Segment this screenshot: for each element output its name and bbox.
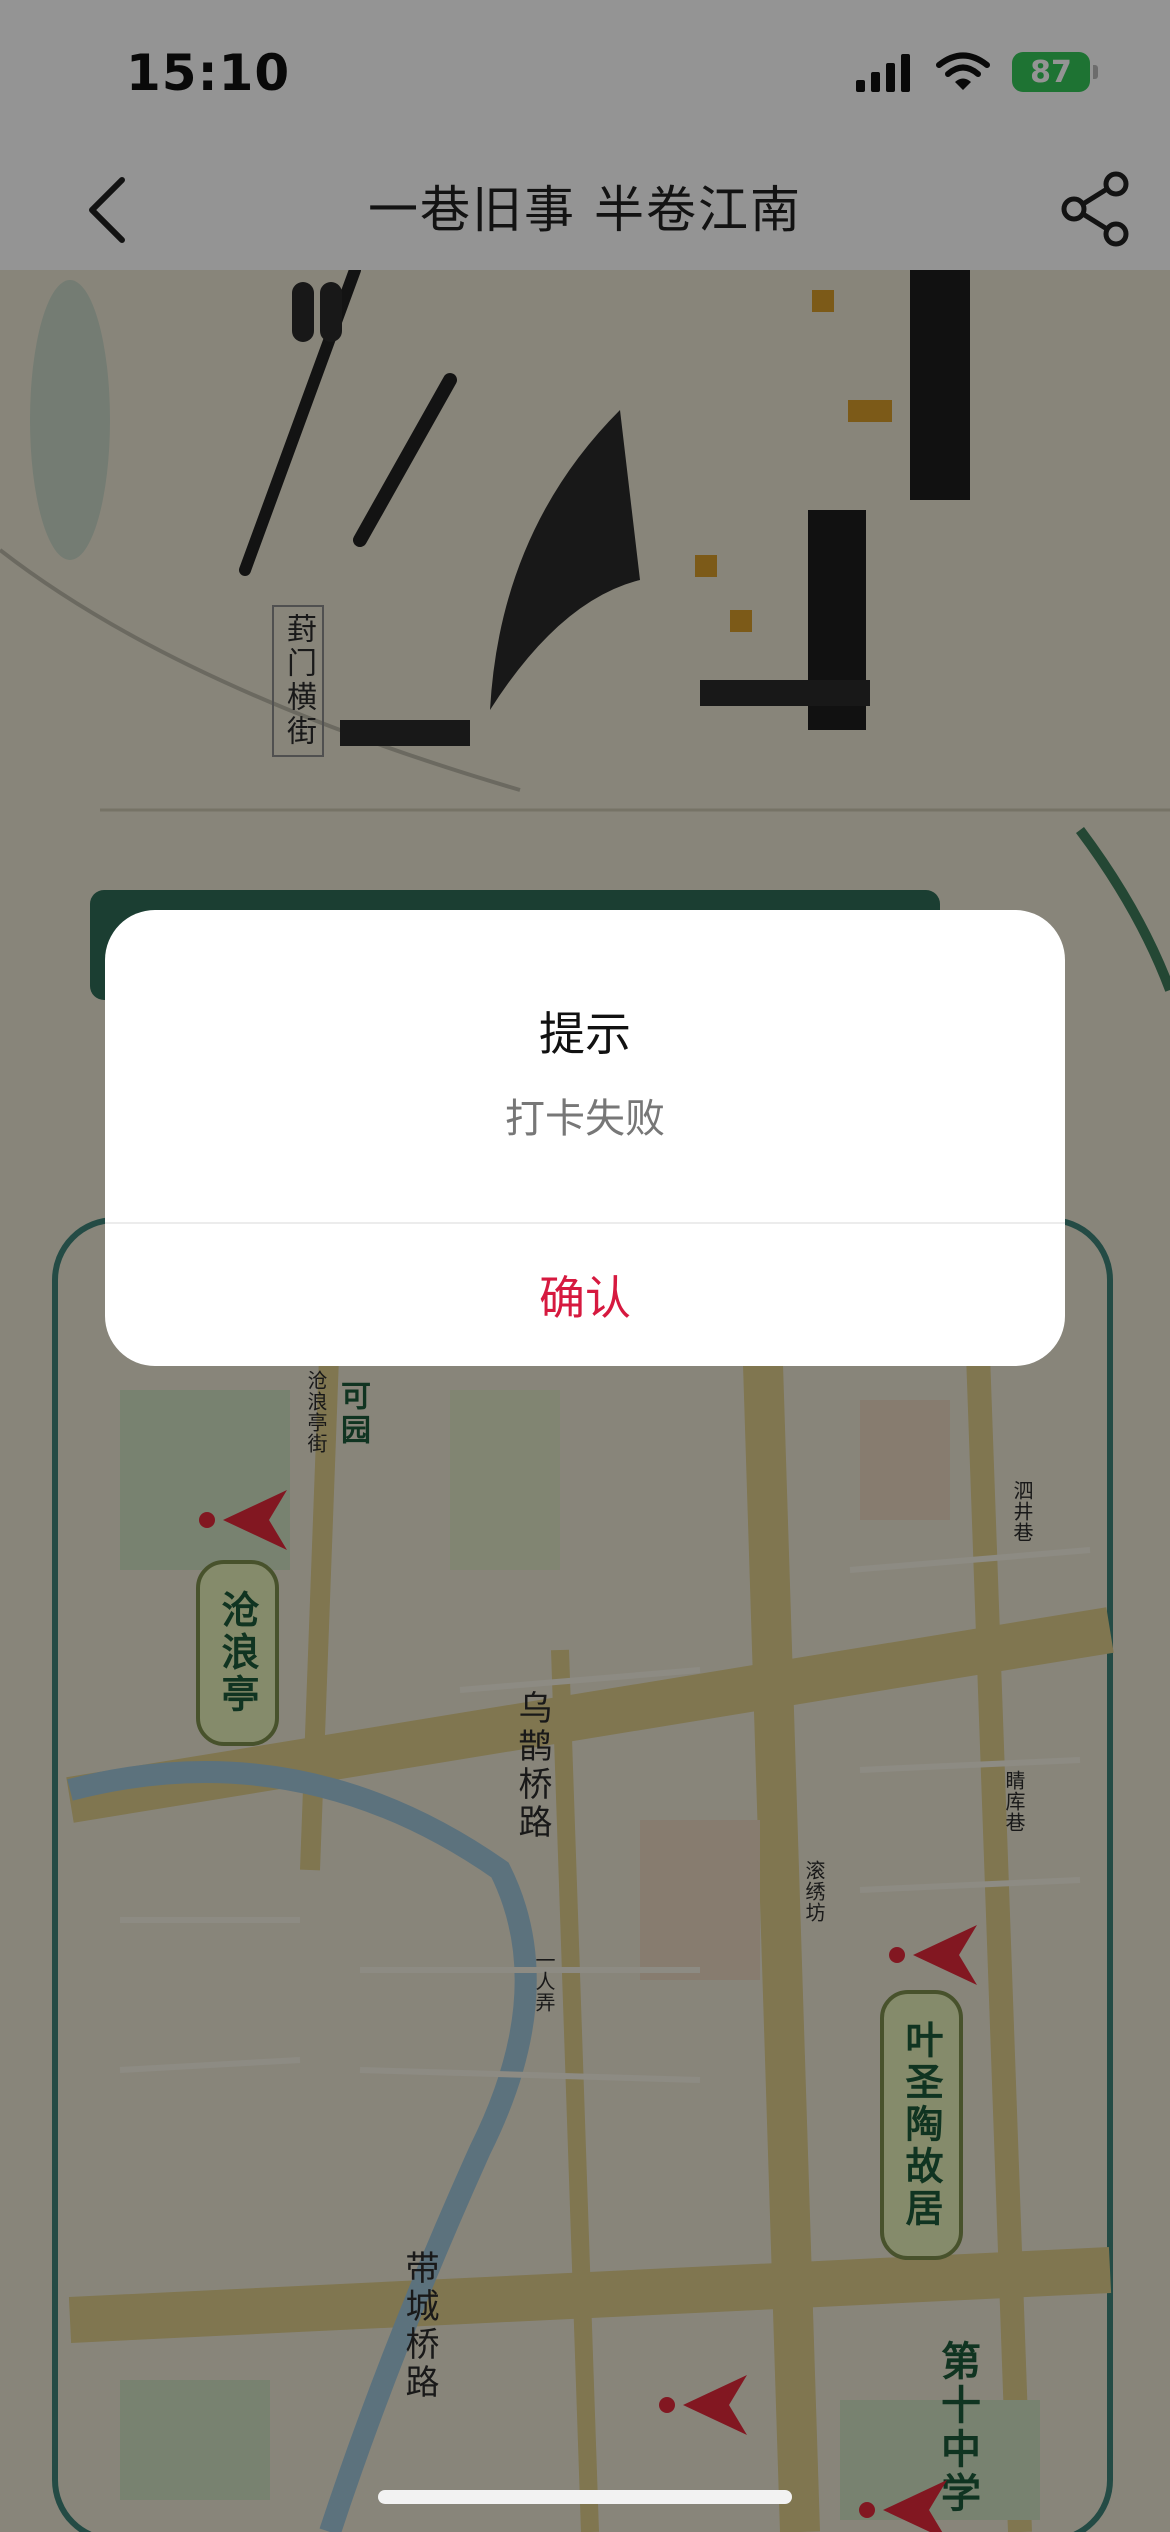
alert-dialog: 提示 打卡失败 确认 [105,910,1065,1366]
dialog-message: 打卡失败 [505,1096,665,1142]
home-indicator[interactable] [378,2490,792,2504]
confirm-button[interactable]: 确认 [105,1224,1065,1366]
dialog-title: 提示 [539,1007,631,1061]
